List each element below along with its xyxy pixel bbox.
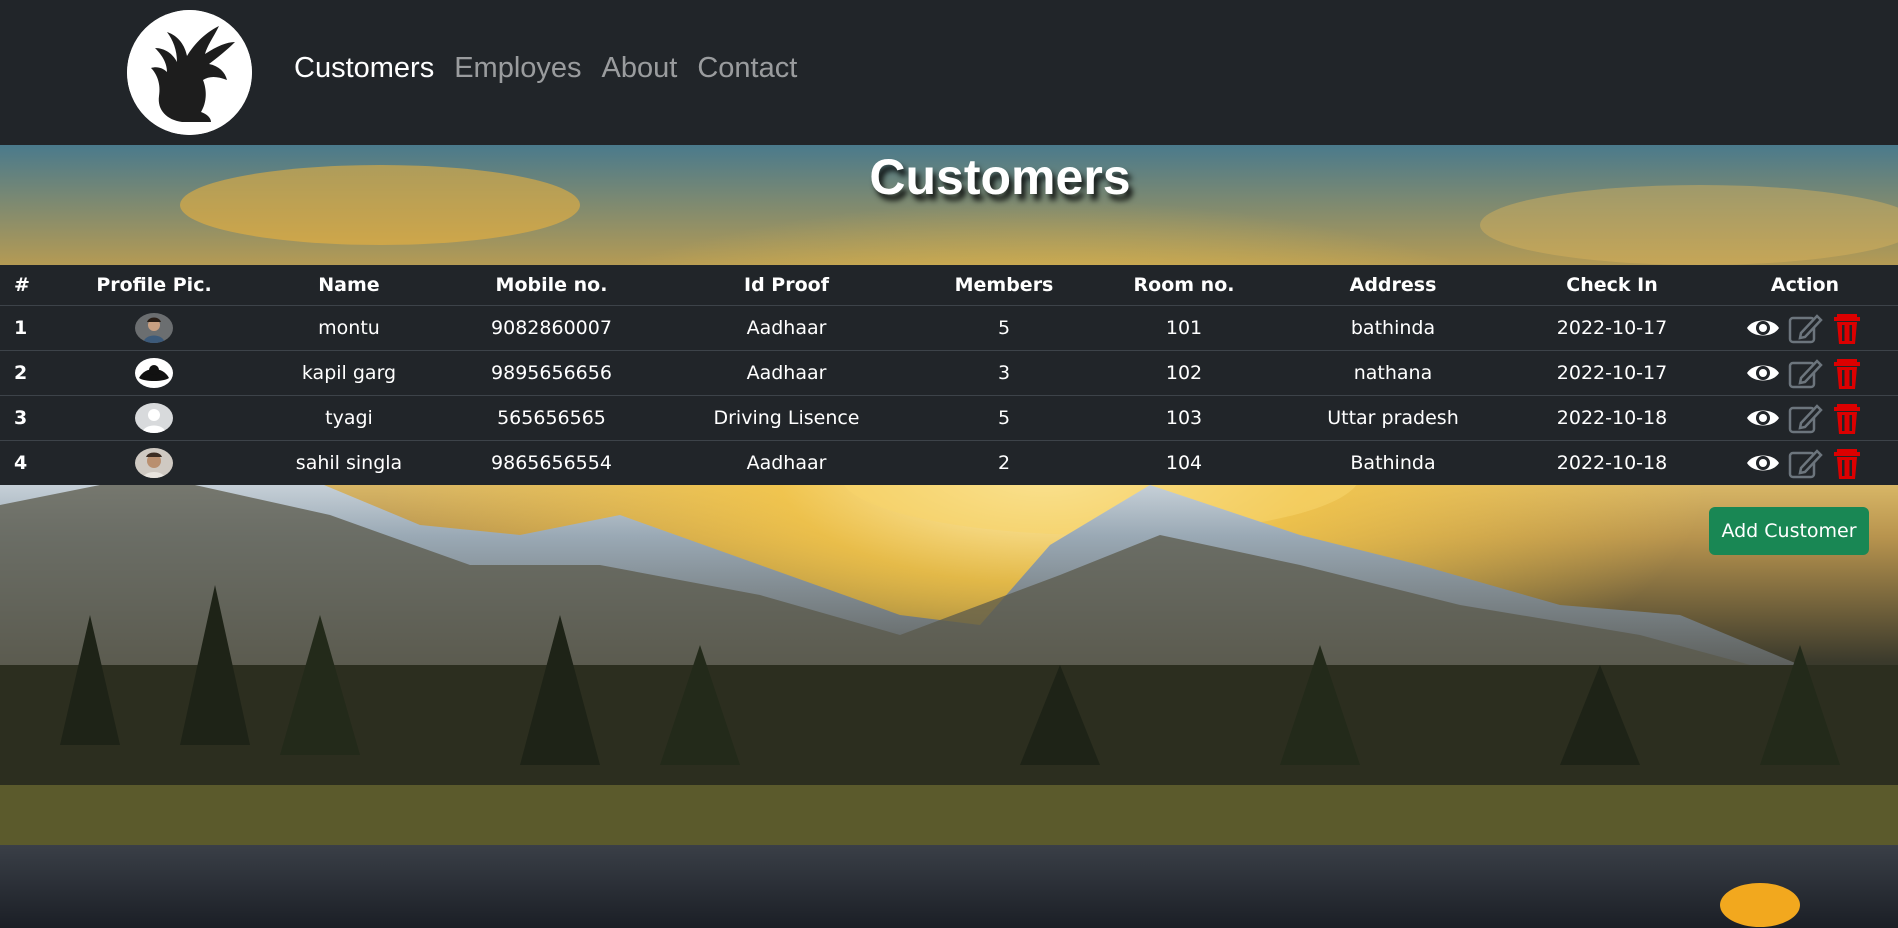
eye-icon[interactable] (1745, 446, 1781, 480)
customer-mobile: 565656565 (444, 395, 659, 441)
col-header-mobile: Mobile no. (495, 274, 608, 296)
profile-pic-cell (54, 395, 254, 441)
customer-room: 104 (1094, 440, 1274, 485)
eye-icon[interactable] (1745, 356, 1781, 390)
row-number: 4 (0, 440, 54, 485)
avatar (135, 403, 173, 433)
trash-icon[interactable] (1829, 446, 1865, 480)
customer-name: tyagi (254, 395, 444, 441)
customer-room: 101 (1094, 305, 1274, 351)
customer-members: 5 (914, 305, 1094, 351)
customer-address: nathana (1274, 350, 1512, 396)
col-header-id-proof: Id Proof (744, 274, 829, 296)
nav-link-employes[interactable]: Employes (454, 52, 581, 85)
page-title: Customers (869, 149, 1131, 205)
customer-name: sahil singla (254, 440, 444, 485)
row-number: 1 (0, 305, 54, 351)
customer-id-proof: Aadhaar (659, 440, 914, 485)
customers-table-wrap: # Profile Pic. Name Mobile no. Id Proof … (0, 265, 1898, 485)
customer-members: 3 (914, 350, 1094, 396)
customer-check-in: 2022-10-18 (1512, 395, 1712, 441)
col-header-profile-pic: Profile Pic. (96, 274, 212, 296)
table-row: 2 kapil garg 9895656656 Aadhaar 3 102 na… (0, 350, 1898, 396)
trash-icon[interactable] (1829, 311, 1865, 345)
customer-members: 2 (914, 440, 1094, 485)
table-row: 3 tyagi 565656565 Driving Lisence 5 103 … (0, 395, 1898, 441)
col-header-check-in: Check In (1566, 274, 1658, 296)
trash-icon[interactable] (1829, 401, 1865, 435)
col-header-address: Address (1349, 274, 1437, 296)
customer-address: Bathinda (1274, 440, 1512, 485)
avatar (135, 313, 173, 343)
profile-pic-cell (54, 440, 254, 485)
trash-icon[interactable] (1829, 356, 1865, 390)
action-cell (1712, 440, 1898, 485)
col-header-name: Name (318, 274, 380, 296)
customer-id-proof: Aadhaar (659, 305, 914, 351)
customer-members: 5 (914, 395, 1094, 441)
eye-icon[interactable] (1745, 401, 1781, 435)
edit-icon[interactable] (1787, 311, 1823, 345)
nav-link-about[interactable]: About (602, 52, 678, 85)
customer-name: montu (254, 305, 444, 351)
nav-links: Customers Employes About Contact (294, 52, 797, 85)
nav-link-contact[interactable]: Contact (697, 52, 797, 85)
col-header-action: Action (1770, 274, 1840, 296)
customer-mobile: 9895656656 (444, 350, 659, 396)
page-title-wrap: Customers (0, 148, 1898, 206)
col-header-number: # (14, 274, 30, 296)
avatar (135, 358, 173, 388)
profile-pic-cell (54, 350, 254, 396)
customer-check-in: 2022-10-18 (1512, 440, 1712, 485)
profile-pic-cell (54, 305, 254, 351)
customer-room: 102 (1094, 350, 1274, 396)
action-cell (1712, 395, 1898, 441)
customer-mobile: 9865656554 (444, 440, 659, 485)
customer-address: Uttar pradesh (1274, 395, 1512, 441)
action-cell (1712, 350, 1898, 396)
eye-icon[interactable] (1745, 311, 1781, 345)
avatar (135, 448, 173, 478)
action-cell (1712, 305, 1898, 351)
row-number: 2 (0, 350, 54, 396)
table-header-row: # Profile Pic. Name Mobile no. Id Proof … (0, 265, 1898, 306)
customer-check-in: 2022-10-17 (1512, 305, 1712, 351)
customer-address: bathinda (1274, 305, 1512, 351)
background-landscape (0, 145, 1898, 928)
nav-link-customers[interactable]: Customers (294, 52, 434, 85)
col-header-room: Room no. (1133, 274, 1235, 296)
table-row: 4 sahil singla 9865656554 Aadhaar 2 104 … (0, 440, 1898, 485)
customer-room: 103 (1094, 395, 1274, 441)
col-header-members: Members (954, 274, 1054, 296)
edit-icon[interactable] (1787, 401, 1823, 435)
customer-id-proof: Aadhaar (659, 350, 914, 396)
edit-icon[interactable] (1787, 446, 1823, 480)
row-number: 3 (0, 395, 54, 441)
griffin-logo-icon[interactable] (127, 10, 252, 135)
customers-table: # Profile Pic. Name Mobile no. Id Proof … (0, 265, 1898, 485)
customer-mobile: 9082860007 (444, 305, 659, 351)
customer-check-in: 2022-10-17 (1512, 350, 1712, 396)
navbar: Customers Employes About Contact (0, 0, 1898, 145)
customer-name: kapil garg (254, 350, 444, 396)
table-row: 1 montu 9082860007 Aadhaar 5 101 bathind… (0, 305, 1898, 351)
edit-icon[interactable] (1787, 356, 1823, 390)
add-customer-button[interactable]: Add Customer (1709, 507, 1869, 555)
customer-id-proof: Driving Lisence (659, 395, 914, 441)
